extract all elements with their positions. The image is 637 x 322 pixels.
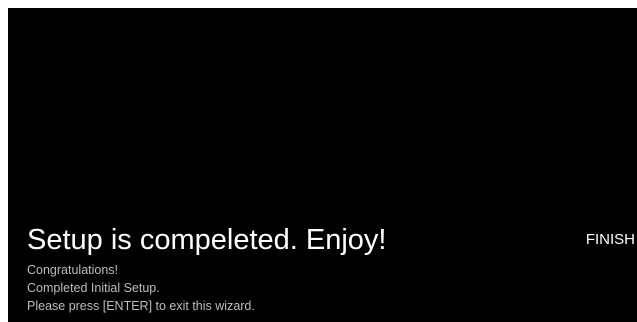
- finish-button[interactable]: FINISH: [586, 228, 635, 252]
- setup-complete-title: Setup is compeleted. Enjoy!: [27, 224, 387, 256]
- setup-wizard-screen: Setup is compeleted. Enjoy! FINISH Congr…: [8, 8, 637, 322]
- completion-message-list: Congratulations! Completed Initial Setup…: [27, 261, 255, 315]
- setup-status-message: Completed Initial Setup.: [27, 281, 160, 295]
- congratulations-message: Congratulations!: [27, 263, 119, 277]
- exit-instruction-message: Please press [ENTER] to exit this wizard…: [27, 299, 255, 313]
